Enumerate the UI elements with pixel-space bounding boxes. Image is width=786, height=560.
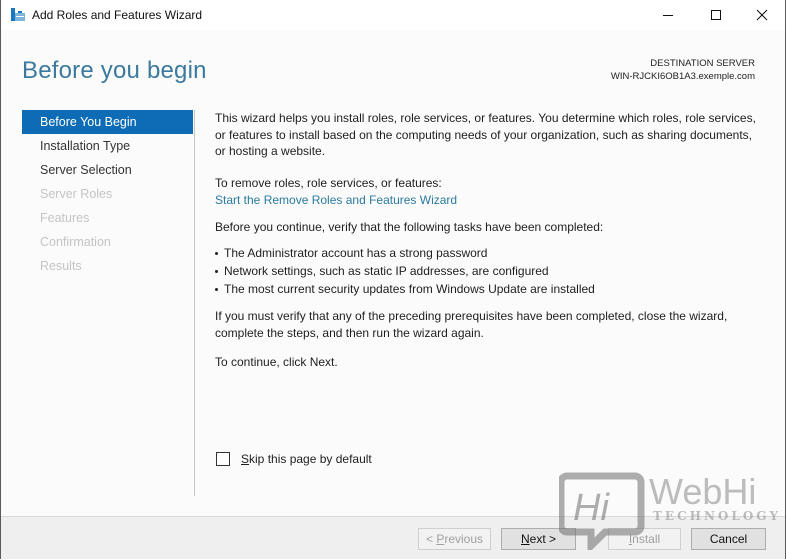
prerequisite-note: If you must verify that any of the prece…	[215, 309, 728, 340]
close-icon	[756, 9, 768, 21]
wizard-steps-nav: Before You Begin Installation Type Serve…	[22, 110, 195, 496]
close-button[interactable]	[739, 0, 785, 30]
prerequisite-item: The most current security updates from W…	[215, 280, 595, 298]
nav-item-confirmation: Confirmation	[40, 235, 111, 249]
nav-item-results: Results	[40, 259, 82, 273]
button-bar: < Previous Next > Install Cancel	[1, 516, 785, 559]
nav-item-server-selection[interactable]: Server Selection	[22, 158, 193, 182]
nav-item-features: Features	[40, 211, 90, 225]
continue-text: To continue, click Next.	[215, 355, 338, 369]
wizard-window: Add Roles and Features Wizard Before you…	[0, 0, 786, 559]
nav-item-server-roles: Server Roles	[40, 187, 113, 201]
destination-server-label: DESTINATION SERVER	[650, 58, 755, 69]
server-manager-icon	[11, 8, 25, 22]
remove-roles-wizard-link[interactable]: Start the Remove Roles and Features Wiza…	[215, 192, 457, 209]
prerequisite-item: Network settings, such as static IP addr…	[215, 262, 595, 280]
prerequisite-item: The Administrator account has a strong p…	[215, 244, 595, 262]
destination-server-info: DESTINATION SERVER WIN-RJCKI6OB1A3.exemp…	[611, 57, 755, 83]
nav-item-before-you-begin[interactable]: Before You Begin	[22, 110, 193, 134]
title-bar[interactable]: Add Roles and Features Wizard	[1, 0, 785, 30]
install-button[interactable]: Install	[608, 528, 681, 550]
skip-page-label: Skip this page by default	[241, 452, 372, 466]
minimize-icon	[663, 15, 673, 16]
intro-text: This wizard helps you install roles, rol…	[215, 111, 756, 158]
next-button[interactable]: Next >	[501, 528, 576, 550]
maximize-button[interactable]	[693, 0, 739, 30]
verify-text: Before you continue, verify that the fol…	[215, 220, 604, 234]
window-title: Add Roles and Features Wizard	[32, 8, 203, 22]
cancel-button[interactable]: Cancel	[691, 528, 766, 550]
remove-label: To remove roles, role services, or featu…	[215, 176, 442, 190]
prerequisite-list: The Administrator account has a strong p…	[215, 244, 595, 298]
page-title: Before you begin	[22, 57, 207, 84]
maximize-icon	[711, 10, 721, 20]
checkbox-box[interactable]	[216, 452, 230, 466]
previous-button[interactable]: < Previous	[418, 528, 491, 550]
nav-item-installation-type[interactable]: Installation Type	[22, 134, 193, 158]
minimize-button[interactable]	[645, 0, 691, 30]
wizard-content: Before you begin DESTINATION SERVER WIN-…	[1, 30, 785, 516]
remove-section: To remove roles, role services, or featu…	[215, 175, 457, 208]
destination-server-name: WIN-RJCKI6OB1A3.exemple.com	[610, 71, 755, 82]
skip-page-checkbox[interactable]: Skip this page by default	[216, 452, 372, 466]
